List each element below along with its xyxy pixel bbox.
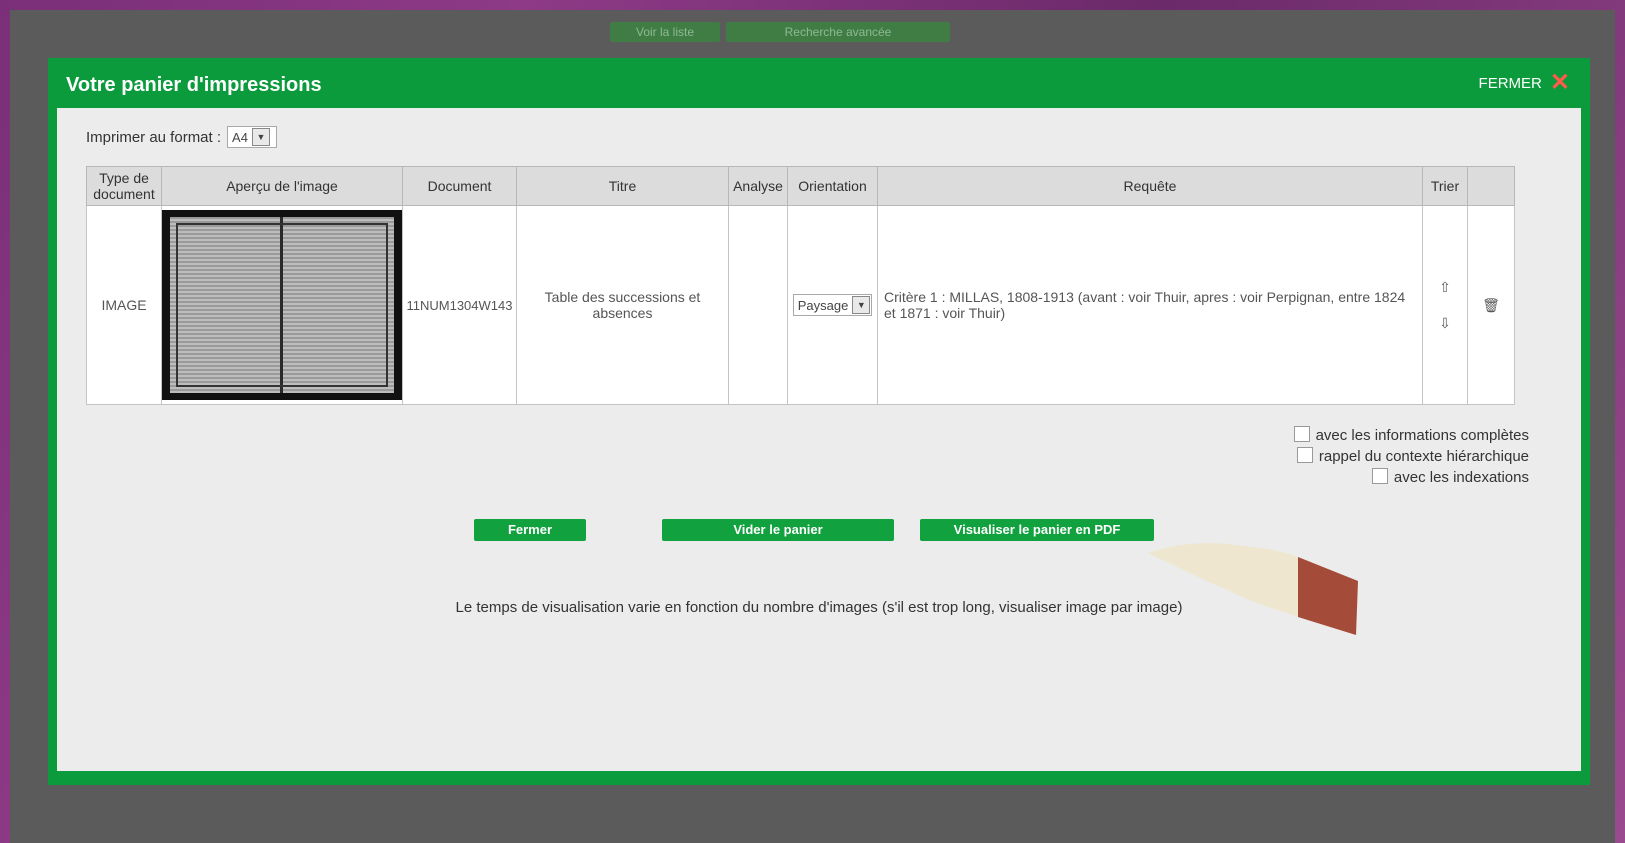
header-preview: Aperçu de l'image [161,166,403,206]
print-options: avec les informations complètes rappel d… [1293,425,1529,488]
chevron-down-icon[interactable]: ▼ [251,128,270,146]
arrow-down-icon[interactable]: ⇩ [1423,305,1467,341]
header-trier: Trier [1422,166,1468,206]
delete-icon[interactable]: 🗑 [1467,205,1515,405]
background-list-button: Voir la liste [610,22,720,42]
cell-sort: ⇧ ⇩ [1422,205,1468,405]
chevron-down-icon[interactable]: ▼ [852,296,871,314]
modal-header: Votre panier d'impressions FERMER ✕ [48,58,1590,108]
header-orientation: Orientation [787,166,878,206]
cell-requete: Critère 1 : MILLAS, 1808-1913 (avant : v… [877,205,1423,405]
visualisation-note: Le temps de visualisation varie en fonct… [455,599,1183,616]
orientation-value: Paysage [797,297,849,313]
close-link[interactable]: FERMER ✕ [1478,71,1570,95]
image-preview[interactable] [162,210,402,400]
option-indexations[interactable]: avec les indexations [1294,467,1529,488]
close-button[interactable]: Fermer [474,519,586,541]
close-x-icon[interactable]: ✕ [1550,71,1570,95]
header-requete: Requête [877,166,1423,206]
close-label: FERMER [1478,74,1542,92]
header-delete [1467,166,1515,206]
orientation-select[interactable]: Paysage ▼ [792,294,873,316]
pointing-hand-icon [1148,543,1358,635]
option-hierarchy[interactable]: rappel du contexte hiérarchique [1294,446,1529,467]
header-analyse: Analyse [728,166,788,206]
checkbox-icon[interactable] [1293,426,1310,442]
checkbox-icon[interactable] [1371,468,1388,484]
header-document: Document [402,166,517,206]
format-label: Imprimer au format : [86,128,222,146]
format-value: A4 [232,129,248,145]
cell-orientation: Paysage ▼ [787,205,878,405]
empty-cart-button[interactable]: Vider le panier [662,519,894,541]
format-select[interactable]: A4 ▼ [227,126,278,148]
cell-titre: Table des successions et absences [516,205,729,405]
option-full-info[interactable]: avec les informations complètes [1293,425,1529,446]
header-titre: Titre [516,166,729,206]
table-header-row: Type de document Aperçu de l'image Docum… [86,166,1515,206]
view-pdf-button[interactable]: Visualiser le panier en PDF [920,519,1154,541]
cell-type: IMAGE [86,205,162,405]
format-row: Imprimer au format : A4 ▼ [86,126,278,148]
background-search-button: Recherche avancée [726,22,950,42]
cart-table: Type de document Aperçu de l'image Docum… [86,166,1515,405]
arrow-up-icon[interactable]: ⇧ [1423,269,1467,305]
cell-analyse [728,205,788,405]
cell-preview[interactable] [161,205,403,405]
cell-document: 11NUM1304W143 [402,205,517,405]
header-type: Type de document [86,166,162,206]
modal-title: Votre panier d'impressions [66,74,322,96]
table-row: IMAGE 11NUM1304W143 Table des succession… [86,205,1515,405]
scan-thumbnail [170,217,394,393]
checkbox-icon[interactable] [1296,447,1313,463]
